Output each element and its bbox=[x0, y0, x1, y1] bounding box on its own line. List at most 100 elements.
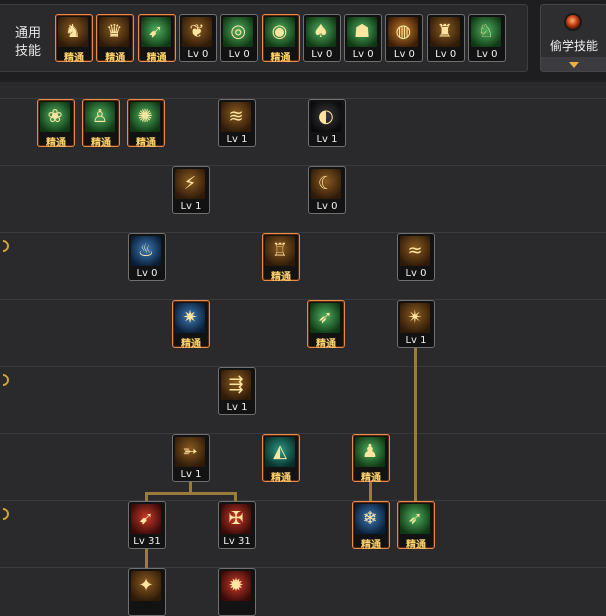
skill-slot[interactable]: ♖ 精通 bbox=[262, 233, 300, 283]
steal-gem-icon bbox=[566, 15, 580, 29]
skill-level-label: 精通 bbox=[146, 53, 167, 64]
skill-level-label: 精通 bbox=[270, 53, 291, 64]
top-bar: 通用 技能 ♞ 精通 ♛ 精通 ➹ 精通 ❦ Lv 0 ◎ Lv 0 ◉ 精通 ♠ Lv 0 ☗ Lv 0 ◍ L… bbox=[0, 0, 606, 82]
common-label-line1: 通用 bbox=[14, 26, 41, 41]
bow-shot-icon: ➹ bbox=[131, 504, 161, 534]
skill-level-label: Lv 0 bbox=[393, 49, 415, 60]
skill-slot[interactable]: ✦ bbox=[128, 568, 166, 616]
green-aura-figure-icon: ♟ bbox=[355, 437, 385, 467]
kneel-figure-icon: ♛ bbox=[99, 17, 130, 47]
skill-slot[interactable]: ❦ Lv 0 bbox=[178, 14, 217, 62]
skill-slot[interactable]: ➳ Lv 1 bbox=[172, 434, 210, 482]
spear-thrust-icon: ➶ bbox=[310, 303, 340, 333]
row-divider bbox=[0, 299, 606, 300]
skill-level-label: Lv 0 bbox=[228, 49, 250, 60]
row-divider bbox=[0, 500, 606, 501]
skill-level-label: 精通 bbox=[136, 138, 156, 149]
skill-level-label: 精通 bbox=[361, 473, 381, 484]
skill-slot[interactable]: ◍ Lv 0 bbox=[385, 14, 424, 62]
skill-level-label: Lv 0 bbox=[136, 268, 158, 279]
tree-connector bbox=[369, 482, 372, 502]
skill-slot[interactable]: ✠ Lv 31 bbox=[218, 501, 256, 549]
skill-slot[interactable]: ◉ 精通 bbox=[261, 14, 300, 64]
bottom-skill-b-icon: ✹ bbox=[221, 571, 251, 601]
crescent-slash-icon: ☾ bbox=[311, 169, 341, 199]
skill-level-label: Lv 0 bbox=[435, 49, 457, 60]
row-divider bbox=[0, 366, 606, 367]
skill-slot[interactable]: ❄ 精通 bbox=[352, 501, 390, 551]
slide-kick-icon: ≋ bbox=[221, 102, 251, 132]
row-divider bbox=[0, 232, 606, 233]
skill-slot[interactable]: ♛ 精通 bbox=[96, 14, 135, 64]
tower-figure-icon: ♖ bbox=[265, 236, 295, 266]
skill-slot[interactable]: ✺ 精通 bbox=[127, 99, 165, 149]
skill-level-label: 精通 bbox=[46, 138, 66, 149]
skill-slot[interactable]: ≈ Lv 0 bbox=[397, 233, 435, 281]
skill-slot[interactable]: ♠ Lv 0 bbox=[302, 14, 341, 62]
power-figure-icon: ♜ bbox=[429, 17, 460, 47]
skill-slot[interactable]: ≋ Lv 1 bbox=[218, 99, 256, 147]
skill-slot[interactable]: ✴ Lv 1 bbox=[397, 300, 435, 348]
skill-level-label: Lv 0 bbox=[476, 49, 498, 60]
skill-level-label: 精通 bbox=[105, 53, 126, 64]
skill-slot[interactable]: ◭ 精通 bbox=[262, 434, 300, 484]
skill-level-label: Lv 1 bbox=[405, 335, 427, 346]
triple-strike-icon: ✴ bbox=[400, 303, 430, 333]
skill-slot[interactable]: ⚡ Lv 1 bbox=[172, 166, 210, 214]
skill-level-label: 精通 bbox=[181, 339, 201, 350]
dash-figure-icon: ➹ bbox=[140, 17, 171, 47]
teal-dome-icon: ◭ bbox=[265, 437, 295, 467]
skill-slot[interactable]: ✹ bbox=[218, 568, 256, 616]
skill-slot[interactable]: ➶ 精通 bbox=[307, 300, 345, 350]
skill-level-label: 精通 bbox=[316, 339, 336, 350]
skill-slot[interactable]: ♙ 精通 bbox=[82, 99, 120, 149]
skill-level-label: 精通 bbox=[91, 138, 111, 149]
row-divider bbox=[0, 567, 606, 568]
arrow-volley-icon: ⇶ bbox=[221, 370, 251, 400]
row-mark-icon bbox=[0, 371, 12, 389]
tree-connector bbox=[145, 492, 237, 495]
common-skills-label: 通用 技能 bbox=[11, 25, 45, 61]
skill-slot[interactable]: ♞ 精通 bbox=[55, 14, 93, 64]
eye-spiral-icon: ◍ bbox=[388, 17, 419, 47]
skill-slot[interactable]: ➹ Lv 31 bbox=[128, 501, 166, 549]
skill-slot[interactable]: ❀ 精通 bbox=[37, 99, 75, 149]
skill-level-label: Lv 1 bbox=[180, 469, 202, 480]
skill-slot[interactable]: ➹ 精通 bbox=[137, 14, 176, 64]
skill-slot[interactable]: ➶ 精通 bbox=[397, 501, 435, 551]
skill-slot[interactable]: ☗ Lv 0 bbox=[344, 14, 383, 62]
leap-figure-icon: ♘ bbox=[471, 17, 501, 47]
skill-level-label: Lv 0 bbox=[311, 49, 333, 60]
skill-level-label: 精通 bbox=[406, 540, 426, 551]
tree-connector bbox=[145, 549, 148, 569]
steal-skill-button[interactable]: 偷学技能 bbox=[540, 4, 606, 72]
skill-slot[interactable]: ◎ Lv 0 bbox=[220, 14, 259, 62]
skill-level-label: Lv 1 bbox=[180, 201, 202, 212]
skill-slot[interactable]: ◐ Lv 1 bbox=[308, 99, 346, 147]
rising-kick-icon: ⚡ bbox=[175, 169, 205, 199]
skill-level-label: Lv 0 bbox=[187, 49, 209, 60]
steal-skill-label: 偷学技能 bbox=[549, 39, 598, 53]
skill-slot[interactable]: ♘ Lv 0 bbox=[468, 14, 506, 62]
skill-slot[interactable]: ♟ 精通 bbox=[352, 434, 390, 484]
skill-level-label: Lv 0 bbox=[316, 201, 338, 212]
chevron-down-icon[interactable] bbox=[569, 62, 579, 68]
vortex-icon: ◐ bbox=[311, 102, 341, 132]
skill-slot[interactable]: ☾ Lv 0 bbox=[308, 166, 346, 214]
skill-tree: ❀ 精通 ♙ 精通 ✺ 精通 ≋ Lv 1 ◐ Lv 1 ⚡ Lv 1 ☾ Lv 0 ♨ Lv 0 ♖ 精通 ≈ Lv… bbox=[0, 82, 606, 616]
skill-level-label: Lv 31 bbox=[223, 536, 251, 547]
skill-slot[interactable]: ✷ 精通 bbox=[172, 300, 210, 350]
skill-level-label: Lv 1 bbox=[316, 134, 338, 145]
whirlwind-icon: ≈ bbox=[400, 236, 430, 266]
crossbow-icon: ✠ bbox=[221, 504, 251, 534]
piercing-arrow-icon: ➳ bbox=[175, 437, 205, 467]
ice-burst-icon: ✷ bbox=[175, 303, 205, 333]
skill-slot[interactable]: ♜ Lv 0 bbox=[426, 14, 465, 62]
skill-slot[interactable]: ⇶ Lv 1 bbox=[218, 367, 256, 415]
skill-slot[interactable]: ♨ Lv 0 bbox=[128, 233, 166, 281]
sit-figure-icon: ♞ bbox=[58, 17, 88, 47]
row-divider bbox=[0, 433, 606, 434]
green-spear-icon: ➶ bbox=[400, 504, 430, 534]
skill-level-label: Lv 0 bbox=[352, 49, 374, 60]
burst-figure-icon: ✺ bbox=[130, 102, 160, 132]
